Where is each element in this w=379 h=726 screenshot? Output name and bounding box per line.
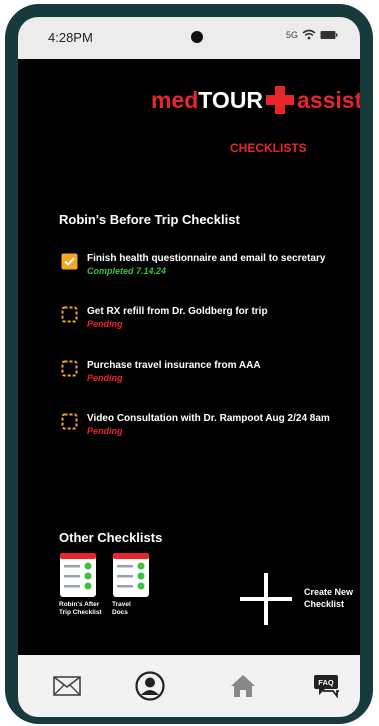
status-pending: Pending xyxy=(87,319,123,329)
status-pending: Pending xyxy=(87,426,123,436)
system-icons: 5G xyxy=(286,29,338,40)
create-label-line: Checklist xyxy=(304,599,345,609)
checkbox-unchecked[interactable] xyxy=(61,413,78,430)
checkbox-unchecked[interactable] xyxy=(61,360,78,377)
medical-cross-icon xyxy=(266,86,295,114)
status-completed: Completed 7.14.24 xyxy=(87,266,167,276)
page-title: CHECKLISTS xyxy=(230,141,307,155)
checklist-item-text: Purchase travel insurance from AAA xyxy=(87,360,261,371)
camera-notch xyxy=(191,31,203,43)
app-screen: 4:28PM 5G med TOUR assist CHECKLISTS Rob… xyxy=(18,17,360,717)
checklist-tile-label[interactable]: Travel Docs xyxy=(112,601,131,617)
label-line: Trip Checklist xyxy=(59,609,102,616)
checklist-item-text: Video Consultation with Dr. Rampoot Aug … xyxy=(87,413,330,424)
profile-icon[interactable] xyxy=(135,671,165,701)
logo-text-tour: TOUR xyxy=(198,86,264,113)
other-checklists-title: Other Checklists xyxy=(59,530,163,545)
checklist-document-icon[interactable] xyxy=(112,552,152,598)
wifi-icon xyxy=(302,29,316,40)
checklist-title: Robin's Before Trip Checklist xyxy=(59,212,240,227)
faq-icon[interactable]: FAQ xyxy=(311,671,341,701)
label-line: Travel xyxy=(112,601,131,608)
plus-icon[interactable] xyxy=(240,573,292,625)
status-pending: Pending xyxy=(87,373,123,383)
checkbox-unchecked[interactable] xyxy=(61,306,78,323)
status-time: 4:28PM xyxy=(48,30,93,45)
bottom-nav: FAQ xyxy=(18,655,360,717)
checkbox-checked[interactable] xyxy=(61,253,78,270)
create-new-checklist-button[interactable]: Create New Checklist xyxy=(304,586,353,610)
create-label-line: Create New xyxy=(304,587,354,597)
status-bar: 4:28PM 5G xyxy=(18,17,360,59)
phone-frame: 4:28PM 5G med TOUR assist CHECKLISTS Rob… xyxy=(5,4,373,724)
faq-label: FAQ xyxy=(318,678,334,687)
label-line: Docs xyxy=(112,609,128,616)
logo-text-med: med xyxy=(151,86,199,113)
app-logo: med TOUR assist xyxy=(151,85,360,115)
checklist-document-icon[interactable] xyxy=(59,552,99,598)
logo-text-assist: assist xyxy=(297,86,360,113)
label-line: Robin's After xyxy=(59,601,100,608)
mail-icon[interactable] xyxy=(52,671,82,701)
network-label: 5G xyxy=(285,29,298,40)
checklist-item-text: Finish health questionnaire and email to… xyxy=(87,253,326,264)
battery-icon xyxy=(320,30,338,39)
checklist-tile-label[interactable]: Robin's After Trip Checklist xyxy=(59,601,102,617)
checklist-item-text: Get RX refill from Dr. Goldberg for trip xyxy=(87,306,268,317)
home-icon[interactable] xyxy=(228,671,258,701)
